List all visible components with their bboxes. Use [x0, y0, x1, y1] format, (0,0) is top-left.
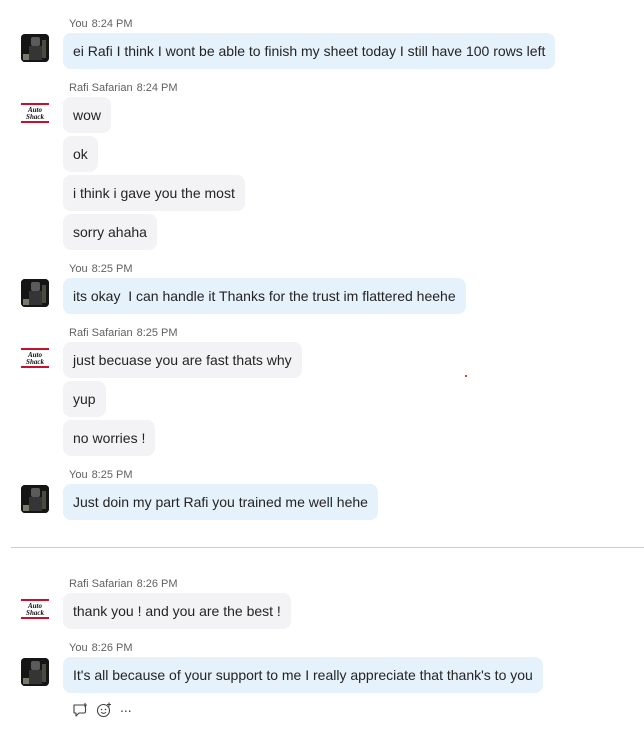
message-actions: ... — [72, 700, 132, 718]
sender-name: You — [69, 263, 88, 275]
more-options-icon[interactable]: ... — [120, 700, 132, 718]
message-header: You 8:26 PM — [69, 641, 133, 655]
you-avatar[interactable] — [21, 658, 49, 686]
you-avatar-photo — [21, 485, 49, 513]
you-avatar[interactable] — [21, 279, 49, 307]
message-bubble[interactable]: thank you ! and you are the best ! — [63, 593, 291, 629]
timestamp: 8:26 PM — [91, 642, 133, 654]
auto-shack-logo: Auto Shack — [21, 599, 49, 619]
message-header: Rafi Safarian 8:26 PM — [69, 577, 178, 591]
message-header: Rafi Safarian 8:24 PM — [69, 81, 178, 95]
timestamp: 8:26 PM — [136, 578, 178, 590]
sender-name: Rafi Safarian — [69, 327, 133, 339]
you-avatar-photo — [21, 658, 49, 686]
message-bubble[interactable]: ei Rafi I think I wont be able to finish… — [63, 33, 556, 69]
sender-name: You — [69, 18, 88, 30]
unread-divider — [11, 547, 644, 548]
you-avatar[interactable] — [21, 34, 49, 62]
message-bubble[interactable]: no worries ! — [63, 420, 156, 456]
message-bubble[interactable]: ok — [63, 136, 98, 172]
timestamp: 8:25 PM — [136, 327, 178, 339]
message-header: You 8:25 PM — [69, 468, 133, 482]
sender-name: Rafi Safarian — [69, 578, 133, 590]
message-header: Rafi Safarian 8:25 PM — [69, 326, 178, 340]
message-bubble[interactable]: just becuase you are fast thats why — [63, 342, 302, 378]
svg-text:Shack: Shack — [26, 609, 44, 617]
sender-name: You — [69, 642, 88, 654]
timestamp: 8:24 PM — [136, 82, 178, 94]
svg-text:Shack: Shack — [26, 113, 44, 121]
svg-text:Shack: Shack — [26, 358, 44, 366]
timestamp: 8:24 PM — [91, 18, 133, 30]
message-bubble[interactable]: wow — [63, 97, 112, 133]
message-bubble[interactable]: It's all because of your support to me I… — [63, 657, 543, 693]
stray-marker — [465, 375, 467, 377]
reply-icon[interactable] — [72, 702, 88, 718]
rafi-avatar[interactable]: Auto Shack — [21, 100, 49, 126]
message-bubble[interactable]: yup — [63, 381, 106, 417]
message-bubble[interactable]: its okay I can handle it Thanks for the … — [63, 278, 466, 314]
message-header: You 8:25 PM — [69, 262, 133, 276]
auto-shack-logo: Auto Shack — [21, 348, 49, 368]
emoji-reaction-icon[interactable] — [96, 702, 112, 718]
message-bubble[interactable]: Just doin my part Rafi you trained me we… — [63, 484, 378, 520]
you-avatar[interactable] — [21, 485, 49, 513]
sender-name: Rafi Safarian — [69, 82, 133, 94]
timestamp: 8:25 PM — [91, 263, 133, 275]
message-header: You 8:24 PM — [69, 17, 133, 31]
you-avatar-photo — [21, 34, 49, 62]
chat-transcript: You 8:24 PM ei Rafi I think I wont be abl… — [0, 0, 644, 735]
auto-shack-logo: Auto Shack — [21, 103, 49, 123]
rafi-avatar[interactable]: Auto Shack — [21, 345, 49, 371]
timestamp: 8:25 PM — [91, 469, 133, 481]
sender-name: You — [69, 469, 88, 481]
you-avatar-photo — [21, 279, 49, 307]
message-bubble[interactable]: sorry ahaha — [63, 214, 157, 250]
rafi-avatar[interactable]: Auto Shack — [21, 596, 49, 622]
message-bubble[interactable]: i think i gave you the most — [63, 175, 245, 211]
